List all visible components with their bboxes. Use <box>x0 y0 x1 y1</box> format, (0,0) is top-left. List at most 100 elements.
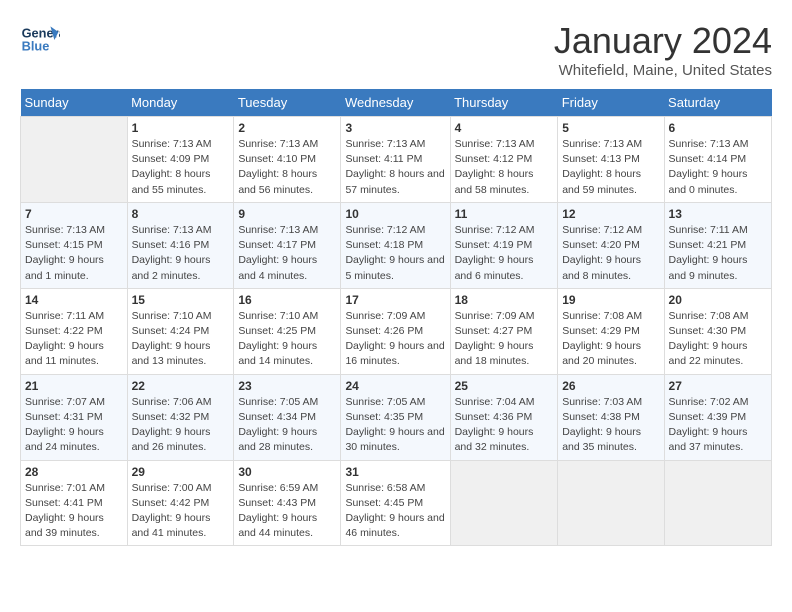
calendar-cell: 16 Sunrise: 7:10 AMSunset: 4:25 PMDayligh… <box>234 288 341 374</box>
day-info: Sunrise: 7:13 AMSunset: 4:15 PMDaylight:… <box>25 223 123 284</box>
calendar-week-row: 1Sunrise: 7:13 AMSunset: 4:09 PMDaylight… <box>21 117 772 203</box>
calendar-cell: 24 Sunrise: 7:05 AMSunset: 4:35 PMDayligh… <box>341 374 450 460</box>
calendar-cell: 14 Sunrise: 7:11 AMSunset: 4:22 PMDayligh… <box>21 288 128 374</box>
calendar-cell: 25 Sunrise: 7:04 AMSunset: 4:36 PMDayligh… <box>450 374 558 460</box>
day-info: Sunrise: 6:59 AMSunset: 4:43 PMDaylight:… <box>238 481 336 542</box>
calendar-cell <box>21 117 128 203</box>
day-info: Sunrise: 7:11 AMSunset: 4:21 PMDaylight:… <box>669 223 767 284</box>
day-info: Sunrise: 7:12 AMSunset: 4:19 PMDaylight:… <box>455 223 554 284</box>
calendar-cell: 2 Sunrise: 7:13 AMSunset: 4:10 PMDaylight… <box>234 117 341 203</box>
day-number: 31 <box>345 465 445 479</box>
calendar-cell: 19 Sunrise: 7:08 AMSunset: 4:29 PMDayligh… <box>558 288 664 374</box>
calendar-cell: 12 Sunrise: 7:12 AMSunset: 4:20 PMDayligh… <box>558 202 664 288</box>
day-info: Sunrise: 7:05 AMSunset: 4:35 PMDaylight:… <box>345 395 445 456</box>
day-header: Wednesday <box>341 89 450 117</box>
logo-icon: General Blue <box>20 20 60 60</box>
day-info: Sunrise: 6:58 AMSunset: 4:45 PMDaylight:… <box>345 481 445 542</box>
day-number: 9 <box>238 207 336 221</box>
calendar-cell: 23Sunrise: 7:05 AMSunset: 4:34 PMDayligh… <box>234 374 341 460</box>
day-number: 8 <box>132 207 230 221</box>
day-number: 15 <box>132 293 230 307</box>
calendar-cell <box>664 460 771 546</box>
logo: General Blue <box>20 20 64 60</box>
calendar-cell <box>450 460 558 546</box>
day-info: Sunrise: 7:06 AMSunset: 4:32 PMDaylight:… <box>132 395 230 456</box>
day-number: 3 <box>345 121 445 135</box>
calendar-cell: 8 Sunrise: 7:13 AMSunset: 4:16 PMDaylight… <box>127 202 234 288</box>
day-number: 27 <box>669 379 767 393</box>
calendar-cell: 22 Sunrise: 7:06 AMSunset: 4:32 PMDayligh… <box>127 374 234 460</box>
day-info: Sunrise: 7:09 AMSunset: 4:27 PMDaylight:… <box>455 309 554 370</box>
calendar-cell <box>558 460 664 546</box>
calendar-week-row: 28 Sunrise: 7:01 AMSunset: 4:41 PMDayligh… <box>21 460 772 546</box>
day-info: Sunrise: 7:13 AMSunset: 4:14 PMDaylight:… <box>669 137 767 198</box>
calendar-cell: 4 Sunrise: 7:13 AMSunset: 4:12 PMDaylight… <box>450 117 558 203</box>
calendar-week-row: 7 Sunrise: 7:13 AMSunset: 4:15 PMDaylight… <box>21 202 772 288</box>
day-header: Saturday <box>664 89 771 117</box>
day-header: Sunday <box>21 89 128 117</box>
day-number: 12 <box>562 207 659 221</box>
day-number: 26 <box>562 379 659 393</box>
day-info: Sunrise: 7:13 AMSunset: 4:11 PMDaylight:… <box>345 137 445 198</box>
calendar-cell: 15 Sunrise: 7:10 AMSunset: 4:24 PMDayligh… <box>127 288 234 374</box>
calendar-cell: 9 Sunrise: 7:13 AMSunset: 4:17 PMDaylight… <box>234 202 341 288</box>
day-number: 22 <box>132 379 230 393</box>
day-number: 7 <box>25 207 123 221</box>
day-header: Friday <box>558 89 664 117</box>
day-info: Sunrise: 7:01 AMSunset: 4:41 PMDaylight:… <box>25 481 123 542</box>
day-info: Sunrise: 7:10 AMSunset: 4:25 PMDaylight:… <box>238 309 336 370</box>
day-info: Sunrise: 7:00 AMSunset: 4:42 PMDaylight:… <box>132 481 230 542</box>
day-number: 28 <box>25 465 123 479</box>
day-info: Sunrise: 7:08 AMSunset: 4:29 PMDaylight:… <box>562 309 659 370</box>
day-info: Sunrise: 7:13 AMSunset: 4:12 PMDaylight:… <box>455 137 554 198</box>
calendar-cell: 21 Sunrise: 7:07 AMSunset: 4:31 PMDayligh… <box>21 374 128 460</box>
day-number: 2 <box>238 121 336 135</box>
calendar-cell: 6 Sunrise: 7:13 AMSunset: 4:14 PMDaylight… <box>664 117 771 203</box>
calendar-table: SundayMondayTuesdayWednesdayThursdayFrid… <box>20 89 772 546</box>
day-number: 18 <box>455 293 554 307</box>
calendar-cell: 17 Sunrise: 7:09 AMSunset: 4:26 PMDayligh… <box>341 288 450 374</box>
calendar-cell: 3 Sunrise: 7:13 AMSunset: 4:11 PMDaylight… <box>341 117 450 203</box>
day-info: Sunrise: 7:04 AMSunset: 4:36 PMDaylight:… <box>455 395 554 456</box>
calendar-week-row: 21 Sunrise: 7:07 AMSunset: 4:31 PMDayligh… <box>21 374 772 460</box>
day-header: Thursday <box>450 89 558 117</box>
day-number: 6 <box>669 121 767 135</box>
day-number: 16 <box>238 293 336 307</box>
title-block: January 2024 Whitefield, Maine, United S… <box>554 20 772 79</box>
calendar-cell: 5Sunrise: 7:13 AMSunset: 4:13 PMDaylight… <box>558 117 664 203</box>
day-info: Sunrise: 7:10 AMSunset: 4:24 PMDaylight:… <box>132 309 230 370</box>
day-info: Sunrise: 7:13 AMSunset: 4:17 PMDaylight:… <box>238 223 336 284</box>
calendar-cell: 28 Sunrise: 7:01 AMSunset: 4:41 PMDayligh… <box>21 460 128 546</box>
day-number: 30 <box>238 465 336 479</box>
day-number: 24 <box>345 379 445 393</box>
day-info: Sunrise: 7:02 AMSunset: 4:39 PMDaylight:… <box>669 395 767 456</box>
day-info: Sunrise: 7:05 AMSunset: 4:34 PMDaylight:… <box>238 395 336 456</box>
day-number: 4 <box>455 121 554 135</box>
day-number: 25 <box>455 379 554 393</box>
day-info: Sunrise: 7:12 AMSunset: 4:18 PMDaylight:… <box>345 223 445 284</box>
day-number: 10 <box>345 207 445 221</box>
day-info: Sunrise: 7:13 AMSunset: 4:16 PMDaylight:… <box>132 223 230 284</box>
location: Whitefield, Maine, United States <box>554 62 772 79</box>
day-number: 5 <box>562 121 659 135</box>
day-info: Sunrise: 7:09 AMSunset: 4:26 PMDaylight:… <box>345 309 445 370</box>
day-number: 14 <box>25 293 123 307</box>
day-number: 20 <box>669 293 767 307</box>
day-info: Sunrise: 7:13 AMSunset: 4:10 PMDaylight:… <box>238 137 336 198</box>
calendar-cell: 26Sunrise: 7:03 AMSunset: 4:38 PMDayligh… <box>558 374 664 460</box>
day-info: Sunrise: 7:12 AMSunset: 4:20 PMDaylight:… <box>562 223 659 284</box>
day-number: 21 <box>25 379 123 393</box>
day-number: 17 <box>345 293 445 307</box>
day-info: Sunrise: 7:07 AMSunset: 4:31 PMDaylight:… <box>25 395 123 456</box>
calendar-cell: 1Sunrise: 7:13 AMSunset: 4:09 PMDaylight… <box>127 117 234 203</box>
calendar-cell: 10 Sunrise: 7:12 AMSunset: 4:18 PMDayligh… <box>341 202 450 288</box>
day-info: Sunrise: 7:11 AMSunset: 4:22 PMDaylight:… <box>25 309 123 370</box>
calendar-cell: 31 Sunrise: 6:58 AMSunset: 4:45 PMDayligh… <box>341 460 450 546</box>
day-header: Monday <box>127 89 234 117</box>
day-info: Sunrise: 7:13 AMSunset: 4:09 PMDaylight:… <box>132 137 230 198</box>
month-title: January 2024 <box>554 20 772 62</box>
day-number: 19 <box>562 293 659 307</box>
day-number: 29 <box>132 465 230 479</box>
calendar-cell: 11Sunrise: 7:12 AMSunset: 4:19 PMDayligh… <box>450 202 558 288</box>
calendar-cell: 27 Sunrise: 7:02 AMSunset: 4:39 PMDayligh… <box>664 374 771 460</box>
